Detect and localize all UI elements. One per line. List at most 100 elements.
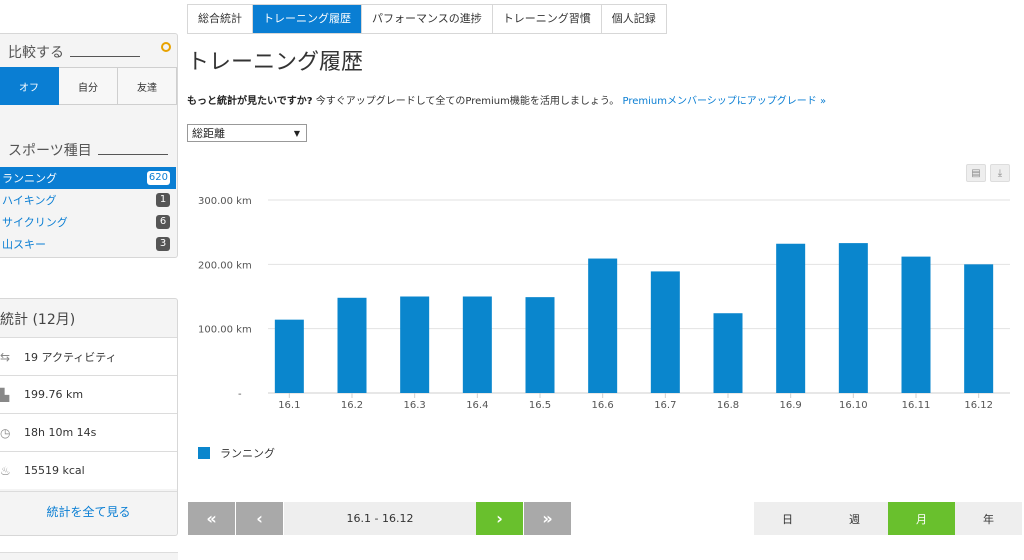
activity-icon: ⇆	[0, 349, 11, 364]
first-page-button[interactable]: «	[188, 502, 236, 535]
chart-bar	[525, 297, 555, 393]
chart-bar	[337, 297, 367, 393]
bar-chart: - 100.00 km 200.00 km 300.00 km 16.1 16.2 16.3…	[198, 196, 1010, 411]
y-tick-label: 200.00 km	[198, 260, 252, 271]
stat-row-calories: ♨ 15519 kcal	[0, 451, 177, 489]
x-tick-label: 16.3	[404, 400, 426, 411]
legend-label: ランニング	[220, 447, 275, 460]
x-tick-label: 16.5	[529, 400, 551, 411]
print-icon[interactable]: ▤	[966, 164, 986, 182]
training-history-chart: - 100.00 km 200.00 km 300.00 km 16.1 16.2 16.3…	[190, 185, 1020, 415]
chart-bar	[400, 296, 430, 393]
count-badge: 3	[156, 237, 170, 251]
stats-title: 統計 (12月)	[0, 312, 76, 328]
x-tick-label: 16.9	[780, 400, 802, 411]
timer-icon: ◷	[0, 425, 11, 440]
stat-row-duration: ◷ 18h 10m 14s	[0, 413, 177, 451]
y-tick-label: 100.00 km	[198, 325, 252, 336]
chart-bar	[776, 243, 806, 393]
count-badge: 620	[146, 171, 170, 185]
compare-option-self[interactable]: 自分	[59, 67, 118, 105]
sport-item-label: 山スキー	[2, 238, 46, 251]
x-tick-label: 16.1	[278, 400, 300, 411]
y-tick-label: 300.00 km	[198, 196, 252, 207]
distance-icon: ▙	[0, 387, 10, 402]
metric-select-value: 総距離	[192, 127, 225, 140]
sport-item-label: サイクリング	[2, 216, 68, 229]
chevron-down-icon: ▼	[293, 128, 300, 138]
x-tick-label: 16.11	[902, 400, 931, 411]
compare-panel: 比較する オフ 自分 友達 スポーツ種目 ランニング 620 ハイキング 1 サ…	[0, 33, 178, 258]
period-week[interactable]: 週	[821, 502, 888, 535]
sports-title-label: スポーツ種目	[8, 143, 92, 159]
sidebar-bottom-panel	[0, 552, 178, 560]
tab-personal-records[interactable]: 個人記録	[601, 5, 666, 33]
tab-overview[interactable]: 総合統計	[188, 5, 253, 33]
stat-value: 199.76 km	[24, 388, 84, 401]
sidebar: 比較する オフ 自分 友達 スポーツ種目 ランニング 620 ハイキング 1 サ…	[0, 0, 178, 560]
sport-item-label: ランニング	[2, 172, 57, 185]
sport-item-hiking[interactable]: ハイキング 1	[0, 189, 176, 211]
sport-item-cycling[interactable]: サイクリング 6	[0, 211, 176, 233]
tab-performance[interactable]: パフォーマンスの進捗	[362, 5, 493, 33]
settings-icon[interactable]	[161, 42, 171, 52]
x-tick-label: 16.10	[839, 400, 868, 411]
metric-select[interactable]: 総距離 ▼	[187, 124, 307, 142]
sports-title: スポーツ種目	[8, 140, 168, 160]
x-tick-label: 16.4	[466, 400, 488, 411]
sport-item-running[interactable]: ランニング 620	[0, 167, 176, 189]
x-tick-label: 16.6	[592, 400, 614, 411]
sport-item-label: ハイキング	[2, 194, 57, 207]
see-all-stats-link[interactable]: 統計を全て見る	[0, 491, 177, 531]
compare-toggle: オフ 自分 友達	[0, 67, 177, 105]
promo-text: 今すぐアップグレードして全てのPremium機能を活用しましょう。	[312, 96, 620, 107]
chart-bar	[838, 243, 868, 393]
stats-panel: 統計 (12月) ⇆ 19 アクティビティ ▙ 199.76 km ◷ 18h …	[0, 298, 178, 536]
stat-value: 19 アクティビティ	[24, 350, 117, 364]
period-year[interactable]: 年	[955, 502, 1022, 535]
page-title: トレーニング履歴	[187, 50, 364, 75]
sport-item-ski-touring[interactable]: 山スキー 3	[0, 233, 176, 255]
count-badge: 1	[156, 193, 170, 207]
chart-bar	[274, 319, 304, 393]
chart-bar	[713, 313, 743, 393]
x-tick-label: 16.12	[964, 400, 993, 411]
upgrade-promo: もっと統計が見たいですか? 今すぐアップグレードして全てのPremium機能を活…	[187, 92, 826, 107]
period-day[interactable]: 日	[754, 502, 821, 535]
download-icon[interactable]: ⤓	[990, 164, 1010, 182]
chart-bar	[650, 271, 680, 393]
period-month[interactable]: 月	[888, 502, 955, 535]
tab-training-history[interactable]: トレーニング履歴	[253, 5, 362, 33]
count-badge: 6	[156, 215, 170, 229]
next-page-button[interactable]: ›	[476, 502, 524, 535]
chart-bar	[964, 264, 994, 393]
stat-row-activities: ⇆ 19 アクティビティ	[0, 337, 177, 375]
chart-bar	[462, 296, 492, 393]
stat-row-distance: ▙ 199.76 km	[0, 375, 177, 413]
last-page-button[interactable]: »	[524, 502, 572, 535]
compare-option-friends[interactable]: 友達	[118, 67, 177, 105]
upgrade-link[interactable]: Premiumメンバーシップにアップグレード »	[622, 96, 826, 107]
stat-value: 18h 10m 14s	[24, 426, 97, 439]
range-pager: « ‹ 16.1 - 16.12 › »	[188, 502, 572, 535]
x-tick-label: 16.7	[654, 400, 676, 411]
range-label: 16.1 - 16.12	[284, 502, 476, 535]
x-tick-label: 16.8	[717, 400, 739, 411]
compare-option-off[interactable]: オフ	[0, 67, 59, 105]
x-tick-label: 16.2	[341, 400, 363, 411]
compare-title: 比較する	[8, 42, 140, 62]
tab-training-habits[interactable]: トレーニング習慣	[492, 5, 602, 33]
calories-icon: ♨	[0, 463, 11, 478]
chart-legend: ランニング	[198, 445, 275, 461]
main-tabs: 総合統計 トレーニング履歴 パフォーマンスの進捗 トレーニング習慣 個人記録	[187, 4, 667, 34]
chart-bar	[588, 258, 618, 393]
sport-list: ランニング 620 ハイキング 1 サイクリング 6 山スキー 3	[0, 167, 176, 255]
y-tick-label: -	[238, 389, 242, 400]
compare-title-label: 比較する	[8, 45, 64, 61]
period-selector: 日 週 月 年	[754, 502, 1022, 535]
stat-value: 15519 kcal	[24, 464, 85, 477]
promo-question: もっと統計が見たいですか?	[187, 96, 313, 107]
legend-swatch	[198, 447, 210, 459]
prev-page-button[interactable]: ‹	[236, 502, 284, 535]
chart-bar	[901, 256, 931, 393]
